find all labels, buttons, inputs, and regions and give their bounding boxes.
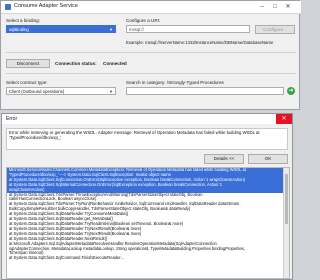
scrollbar-thumb[interactable] (285, 174, 288, 224)
window-title: Consume Adapter Service (14, 3, 78, 9)
maximize-button[interactable]: □ (269, 2, 281, 12)
close-button[interactable]: ✕ (282, 2, 294, 12)
binding-select[interactable]: sqlBinding ▼ (6, 25, 116, 33)
search-category-label: Search in category: \Strongly-Typed Proc… (126, 80, 224, 85)
app-icon (5, 4, 11, 10)
details-button[interactable]: Details << (204, 154, 244, 164)
title-bar: Consume Adapter Service – □ ✕ (1, 1, 301, 14)
chevron-down-icon: ▼ (109, 89, 113, 94)
error-dialog: Error ✕ Error while retrieving or genera… (1, 113, 293, 280)
uri-example: Example: mssql://ServerName:1433/Instanc… (126, 40, 274, 45)
search-input[interactable] (126, 87, 284, 95)
divider (6, 52, 296, 53)
error-title-bar: Error ✕ (2, 114, 292, 124)
contract-type-label: Select contract type: (6, 80, 48, 85)
connection-status-label: Connection status: (55, 61, 97, 66)
contract-type-select[interactable]: Client (Outbound operations) ▼ (6, 87, 116, 95)
binding-label: Select a binding: (6, 18, 40, 23)
connection-status-value: Connected (103, 61, 127, 66)
go-search-icon[interactable]: ➜ (287, 87, 295, 95)
uri-label: Configure a URI: (126, 18, 161, 23)
binding-value: sqlBinding (9, 27, 29, 32)
error-details-textbox[interactable]: Microsoft.ServiceModel.Channels.Common.M… (6, 167, 290, 279)
divider (6, 73, 296, 74)
disconnect-button[interactable]: Disconnect (6, 59, 50, 68)
error-title: Error (6, 116, 18, 122)
contract-type-value: Client (Outbound operations) (9, 89, 65, 94)
configure-button[interactable]: Configure... (255, 25, 295, 34)
error-message: Error while retrieving or generating the… (6, 128, 288, 150)
ok-button[interactable]: OK (248, 154, 288, 164)
error-close-button[interactable]: ✕ (276, 114, 292, 124)
chevron-down-icon: ▼ (109, 27, 113, 32)
consume-adapter-service-window: Consume Adapter Service – □ ✕ Select a b… (0, 0, 301, 110)
minimize-button[interactable]: – (256, 2, 268, 12)
error-detail-line: at System.Data.SqlClient.SqlCommand.Fini… (9, 255, 124, 261)
details-scrollbar[interactable] (283, 168, 289, 278)
uri-input[interactable]: mssql:// (126, 25, 250, 33)
error-details-lines: Microsoft.ServiceModel.Channels.Common.M… (7, 168, 289, 261)
